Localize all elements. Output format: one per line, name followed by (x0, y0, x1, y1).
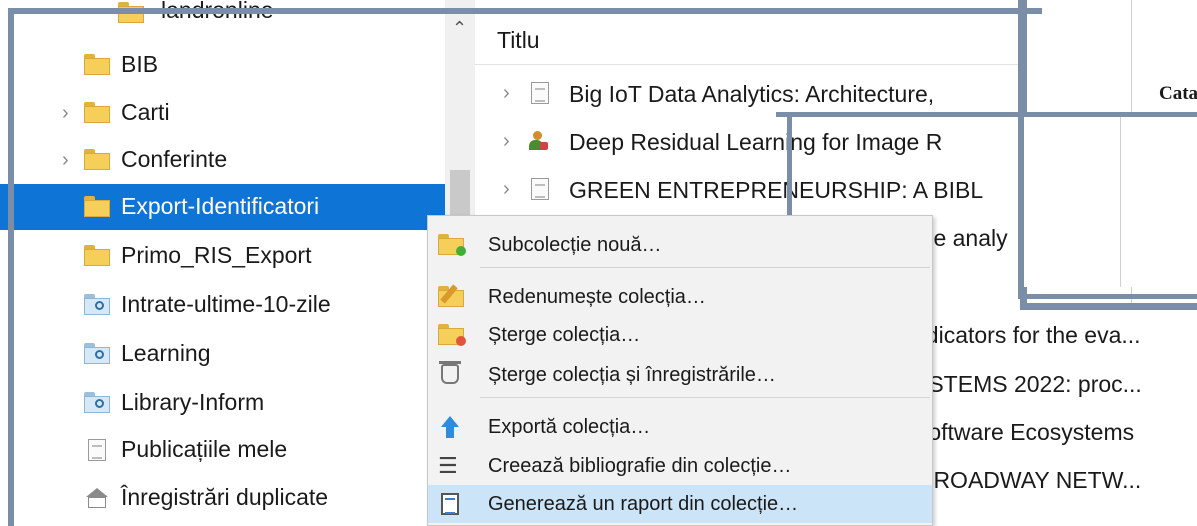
collection-context-menu: Subcolecție nouă… Redenumește colecția… … (427, 215, 933, 526)
chevron-up-icon[interactable]: ⌃ (452, 18, 467, 39)
rename-icon (438, 284, 464, 308)
chevron-right-icon[interactable]: › (503, 130, 510, 153)
menu-item-export-collection[interactable]: Exportă colecția… (428, 408, 932, 446)
collection-item-export-identificatori[interactable]: Export-Identificatori (0, 184, 445, 230)
chevron-right-icon[interactable]: › (62, 102, 69, 125)
menu-item-new-subcollection[interactable]: Subcolecție nouă… (428, 226, 932, 264)
menu-item-label: Generează un raport din colecție… (488, 493, 799, 515)
report-icon (438, 493, 462, 515)
saved-search-icon (84, 294, 110, 316)
chevron-right-icon[interactable]: › (503, 178, 510, 201)
menu-item-label: Redenumește colecția… (488, 286, 706, 308)
menu-item-label: Șterge colecția… (488, 324, 641, 346)
menu-item-label: Șterge colecția și înregistrările… (488, 364, 776, 386)
delete-collection-icon (438, 324, 466, 346)
collection-item-duplicate[interactable]: Înregistrări duplicate (0, 475, 445, 521)
menu-separator (480, 267, 930, 268)
menu-item-label: Subcolecție nouă… (488, 234, 662, 256)
document-icon (84, 439, 110, 461)
frame-bottom-edge (1018, 294, 1197, 299)
overlay-fill (1016, 117, 1197, 287)
collections-pane: landronline BIB › Carti › Conferinte Exp… (0, 0, 475, 526)
frame-inner-top-edge (776, 112, 1197, 117)
folder-icon (84, 196, 110, 218)
collection-label: Export-Identificatori (121, 193, 320, 219)
export-icon (438, 416, 462, 438)
bibliography-icon: ☰ (438, 453, 458, 478)
document-icon (527, 178, 549, 200)
person-icon (527, 130, 549, 152)
menu-item-generate-report[interactable]: Generează un raport din colecție… (428, 485, 932, 523)
collection-label: Library-Inform (121, 389, 265, 415)
folder-icon (84, 102, 110, 124)
collection-item-landronline[interactable]: landronline (0, 0, 445, 46)
menu-item-delete-collection[interactable]: Șterge colecția… (428, 316, 932, 354)
collection-label: Learning (121, 340, 211, 366)
item-title: ndicators for the eva... (913, 322, 1141, 348)
saved-search-icon (84, 392, 110, 414)
item-title: Big IoT Data Analytics: Architecture, (569, 81, 935, 107)
menu-item-label: Exportă colecția… (488, 416, 651, 438)
collection-item-conferinte[interactable]: › Conferinte (0, 137, 445, 183)
item-title: F ROADWAY NETW... (913, 467, 1142, 493)
item-title: YSTEMS 2022: proc... (913, 371, 1142, 397)
collection-item-learning[interactable]: Learning (0, 331, 445, 377)
item-title: Software Ecosystems (913, 419, 1135, 445)
menu-separator (480, 397, 930, 398)
menu-item-rename-collection[interactable]: Redenumește colecția… (428, 278, 932, 316)
overlay-divider (1120, 117, 1121, 287)
chevron-right-icon[interactable]: › (62, 149, 69, 172)
collection-label: Intrate-ultime-10-zile (121, 291, 331, 317)
chevron-right-icon[interactable]: › (503, 82, 510, 105)
folder-icon (84, 54, 110, 76)
frame-left-edge (8, 8, 14, 526)
folder-icon (84, 245, 110, 267)
collection-label: Publicațiile mele (121, 436, 288, 462)
collection-label: Conferinte (121, 146, 228, 172)
duplicates-icon (84, 487, 110, 509)
frame-top-edge (8, 8, 1042, 14)
collection-item-bib[interactable]: BIB (0, 42, 445, 88)
saved-search-icon (84, 343, 110, 365)
folder-icon (84, 149, 110, 171)
menu-item-delete-collection-and-items[interactable]: Șterge colecția și înregistrările… (428, 356, 932, 394)
collection-label: BIB (121, 51, 159, 77)
menu-item-create-bibliography[interactable]: ☰ Creează bibliografie din colecție… (428, 447, 932, 485)
collection-label: Înregistrări duplicate (121, 484, 329, 510)
collection-label: Primo_RIS_Export (121, 242, 312, 268)
menu-item-label: Creează bibliografie din colecție… (488, 455, 792, 477)
collection-item-carti[interactable]: › Carti (0, 90, 445, 136)
collection-item-library-inform[interactable]: Library-Inform (0, 380, 445, 426)
collection-label: Carti (121, 99, 170, 125)
column-header-title[interactable]: Titlu (497, 27, 540, 54)
overlay-text: Cata (1159, 83, 1197, 104)
new-subcollection-icon (438, 234, 466, 256)
document-icon (527, 82, 549, 104)
trash-icon (438, 361, 462, 386)
collection-item-publicatiile-mele[interactable]: Publicațiile mele (0, 427, 445, 473)
collection-item-intrate-ultime-10-zile[interactable]: Intrate-ultime-10-zile (0, 282, 445, 328)
collection-item-primo-ris-export[interactable]: Primo_RIS_Export (0, 233, 445, 279)
frame-right-edge (1018, 0, 1024, 298)
